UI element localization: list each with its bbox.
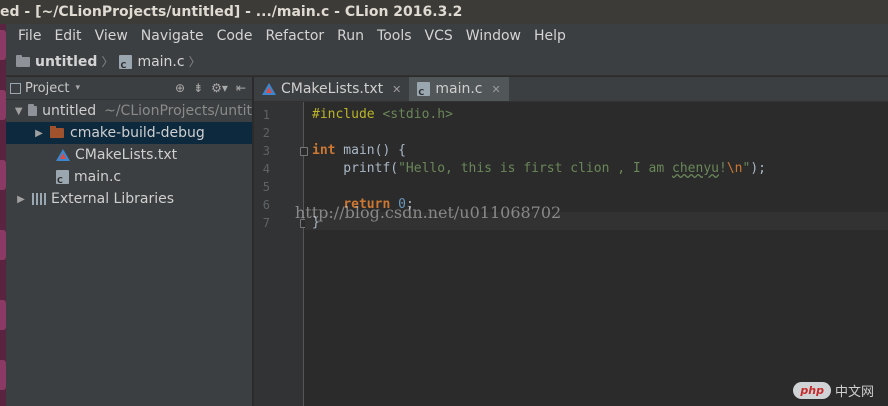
tab-main-label: main.c (435, 81, 483, 97)
menu-view[interactable]: View (95, 28, 128, 44)
excluded-folder-icon (50, 126, 64, 138)
preprocessor-token: #include (312, 107, 375, 122)
scroll-from-source-icon[interactable]: ⊕ (175, 81, 185, 95)
cmake-icon (56, 149, 70, 161)
collapse-all-icon[interactable]: ⇟ (193, 81, 203, 95)
menu-help[interactable]: Help (534, 28, 566, 44)
close-icon[interactable]: ✕ (492, 83, 501, 96)
breadcrumb-separator-icon: 〉 (101, 55, 114, 69)
tree-root-name: untitled (42, 103, 97, 119)
tab-cmakelists[interactable]: CMakeLists.txt ✕ (254, 77, 409, 101)
collapsed-arrow-icon[interactable]: ▶ (32, 128, 46, 139)
line-number: 5 (262, 180, 270, 194)
fold-open-icon[interactable] (300, 147, 308, 156)
navigation-bar: untitled 〉 main.c 〉 (6, 48, 888, 76)
project-panel-icon (10, 82, 21, 94)
folder-icon (27, 104, 38, 116)
menu-file[interactable]: File (18, 28, 41, 44)
line-number: 6 (262, 198, 270, 212)
dropdown-icon[interactable]: ▾ (75, 83, 80, 93)
breadcrumb-file-label: main.c (137, 53, 185, 70)
tree-item-external-libraries[interactable]: ▶ External Libraries (6, 188, 252, 210)
library-icon (32, 193, 46, 205)
code-line-1: #include <stdio.h> (312, 107, 453, 122)
line-number: 3 (262, 144, 270, 158)
tree-item-cmake-build-debug[interactable]: ▶ cmake-build-debug (6, 122, 252, 144)
expanded-arrow-icon[interactable]: ▼ (14, 106, 24, 117)
header-token: <stdio.h> (382, 107, 453, 122)
folder-icon (16, 54, 30, 67)
c-file-icon (417, 82, 431, 97)
string-token: ! (719, 161, 727, 176)
c-file-icon (56, 170, 69, 185)
breadcrumb-separator-icon: 〉 (188, 55, 201, 69)
breadcrumb-project-label: untitled (35, 53, 98, 70)
tree-item-main-c[interactable]: main.c (6, 166, 252, 188)
keyword-token: int (312, 143, 336, 158)
menu-navigate[interactable]: Navigate (141, 28, 204, 44)
tree-root-path: ~/CLionProjects/untit (104, 103, 252, 119)
tab-main-c[interactable]: main.c ✕ (409, 77, 509, 101)
close-icon[interactable]: ✕ (392, 83, 401, 96)
code-text: main() { (335, 143, 406, 158)
site-logo: php 中文网 (793, 381, 874, 400)
tree-cmake-label: CMakeLists.txt (75, 147, 178, 163)
menu-vcs[interactable]: VCS (425, 28, 453, 44)
editor-tab-bar: CMakeLists.txt ✕ main.c ✕ (254, 77, 888, 102)
logo-badge: php (793, 382, 831, 399)
collapsed-arrow-icon[interactable]: ▶ (14, 194, 28, 205)
code-editor[interactable]: 1 2 3 4 5 6 7 #include <stdio.h> int mai… (254, 102, 888, 406)
watermark: http://blog.csdn.net/u011068702 (295, 203, 562, 222)
string-token: "Hello, this is first clion , I am (398, 161, 673, 176)
escape-token: \n (726, 161, 743, 176)
code-line-4: printf("Hello, this is first clion , I a… (312, 161, 766, 176)
line-number: 2 (262, 126, 270, 140)
project-panel-title[interactable]: Project (25, 81, 69, 96)
project-panel-tools: ⊕ ⇟ ⚙▾ ⇤ (167, 81, 252, 95)
cmake-icon (262, 83, 276, 95)
menu-code[interactable]: Code (217, 28, 253, 44)
code-line-3: int main() { (312, 143, 406, 158)
menu-tools[interactable]: Tools (377, 28, 412, 44)
project-panel-header: Project ▾ ⊕ ⇟ ⚙▾ ⇤ (6, 77, 252, 100)
menu-bar: File Edit View Navigate Code Refactor Ru… (6, 24, 888, 48)
menu-refactor[interactable]: Refactor (265, 28, 324, 44)
project-panel: Project ▾ ⊕ ⇟ ⚙▾ ⇤ ▼ untitled ~/CLionPro… (6, 77, 253, 406)
tree-main-label: main.c (74, 169, 122, 185)
tab-cmakelists-label: CMakeLists.txt (281, 81, 384, 97)
breadcrumb-file[interactable]: main.c (119, 53, 185, 70)
settings-gear-icon[interactable]: ⚙▾ (211, 81, 228, 95)
tree-item-root[interactable]: ▼ untitled ~/CLionProjects/untit (6, 100, 252, 122)
hide-panel-icon[interactable]: ⇤ (236, 81, 246, 95)
line-number: 4 (262, 162, 270, 176)
line-number: 7 (262, 216, 270, 230)
breadcrumb-project[interactable]: untitled (16, 54, 97, 70)
typo-token: chenyu (672, 161, 719, 176)
menu-run[interactable]: Run (337, 28, 364, 44)
menu-window[interactable]: Window (466, 28, 521, 44)
tree-build-dir-label: cmake-build-debug (70, 125, 205, 141)
logo-text: 中文网 (834, 385, 874, 400)
editor-gutter: 1 2 3 4 5 6 7 (254, 102, 304, 406)
code-text: printf( (312, 161, 399, 176)
tree-external-label: External Libraries (51, 191, 174, 207)
tree-item-cmakelists[interactable]: CMakeLists.txt (6, 144, 252, 166)
menu-edit[interactable]: Edit (54, 28, 81, 44)
line-number: 1 (262, 108, 270, 122)
c-file-icon (119, 54, 133, 70)
window-title: ed - [~/CLionProjects/untitled] - .../ma… (0, 0, 888, 24)
code-text: ); (750, 161, 766, 176)
